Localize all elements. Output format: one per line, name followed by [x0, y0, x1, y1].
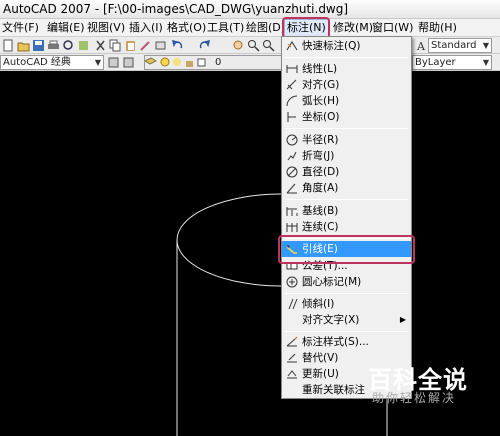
menu-edit[interactable]: 编辑(E): [45, 20, 87, 36]
ordinate-icon: [286, 111, 298, 123]
menu-insert[interactable]: 插入(I): [127, 20, 165, 36]
menu-separator: [285, 57, 408, 58]
menu-item-dimension-style[interactable]: 标注样式(S)...: [282, 334, 411, 350]
standard-toolbar: A Standard ▼: [0, 37, 500, 54]
workspace-save-icon[interactable]: [122, 56, 135, 69]
oblique-icon: [286, 298, 298, 310]
layer-select[interactable]: 0: [144, 55, 282, 70]
new-file-icon[interactable]: [2, 39, 15, 52]
layer-value: 0: [215, 57, 222, 68]
menu-item-diameter[interactable]: 直径(D): [282, 164, 411, 180]
text-style-select[interactable]: Standard ▼: [428, 38, 492, 53]
diameter-icon: [286, 166, 298, 178]
menu-bar: 文件(F) 编辑(E) 视图(V) 插入(I) 格式(O) 工具(T) 绘图(D…: [0, 19, 500, 37]
publish-icon[interactable]: [77, 39, 90, 52]
menu-format[interactable]: 格式(O): [165, 20, 208, 36]
dimension-style-icon: [286, 336, 298, 348]
workspace-toolbar: AutoCAD 经典 ▼ 0 ByLayer ▼: [0, 54, 500, 71]
chevron-down-icon: ▼: [482, 58, 489, 67]
annotation-box-leader: [278, 235, 415, 264]
open-file-icon[interactable]: [17, 39, 30, 52]
continue-icon: [286, 221, 298, 233]
copy-icon[interactable]: [109, 39, 122, 52]
svg-text:A: A: [416, 40, 426, 52]
radius-icon: [286, 134, 298, 146]
dimension-menu: 快速标注(Q) 线性(L) 对齐(G) 弧长(H) 坐标(O) 半径(R) 折弯…: [281, 36, 412, 399]
menu-tools[interactable]: 工具(T): [205, 20, 246, 36]
menu-item-oblique[interactable]: 倾斜(I): [282, 296, 411, 312]
update-icon: [286, 368, 298, 380]
linetype-value: ByLayer: [415, 57, 456, 68]
undo-icon[interactable]: [171, 39, 184, 52]
aligned-dimension-icon: [286, 79, 298, 91]
block-editor-icon[interactable]: [154, 39, 167, 52]
zoom-realtime-icon[interactable]: [247, 39, 260, 52]
menu-item-baseline[interactable]: 基线(B): [282, 203, 411, 219]
menu-separator: [285, 331, 408, 332]
menu-item-aligned[interactable]: 对齐(G): [282, 77, 411, 93]
menu-file[interactable]: 文件(F): [0, 20, 41, 36]
submenu-arrow-icon: ▶: [399, 315, 406, 324]
menu-modify[interactable]: 修改(M): [331, 20, 375, 36]
save-icon[interactable]: [32, 39, 45, 52]
menu-item-quick-dimension[interactable]: 快速标注(Q): [282, 38, 411, 54]
chevron-down-icon: ▼: [482, 41, 489, 50]
menu-item-arc-length[interactable]: 弧长(H): [282, 93, 411, 109]
override-icon: [286, 352, 298, 364]
menu-window[interactable]: 窗口(W): [370, 20, 415, 36]
linear-dimension-icon: [286, 63, 298, 75]
quick-dimension-icon: [286, 40, 298, 52]
text-style-icon[interactable]: A: [415, 39, 428, 52]
menu-separator: [285, 128, 408, 129]
menu-item-align-text[interactable]: 对齐文字(X) ▶: [282, 312, 411, 328]
menu-item-ordinate[interactable]: 坐标(O): [282, 109, 411, 125]
menu-item-continue[interactable]: 连续(C): [282, 219, 411, 235]
menu-item-radius[interactable]: 半径(R): [282, 132, 411, 148]
menu-item-jogged[interactable]: 折弯(J): [282, 148, 411, 164]
menu-view[interactable]: 视图(V): [85, 20, 127, 36]
baseline-icon: [286, 205, 298, 217]
angular-icon: [286, 182, 298, 194]
menu-help[interactable]: 帮助(H): [416, 20, 459, 36]
chevron-down-icon: ▼: [94, 58, 101, 67]
text-style-value: Standard: [431, 40, 477, 51]
match-properties-icon[interactable]: [139, 39, 152, 52]
workspace-settings-icon[interactable]: [107, 56, 120, 69]
window-title: AutoCAD 2007 - [F:\00-images\CAD_DWG\yua…: [3, 2, 349, 16]
linetype-select[interactable]: ByLayer ▼: [412, 55, 492, 70]
menu-draw[interactable]: 绘图(D): [244, 20, 287, 36]
preview-icon[interactable]: [62, 39, 75, 52]
jogged-icon: [286, 150, 298, 162]
pan-icon[interactable]: [232, 39, 245, 52]
workspace-value: AutoCAD 经典: [3, 57, 71, 68]
print-icon[interactable]: [47, 39, 60, 52]
center-mark-icon: [286, 276, 298, 288]
zoom-window-icon[interactable]: [262, 39, 275, 52]
redo-icon[interactable]: [198, 39, 211, 52]
workspace-select[interactable]: AutoCAD 经典 ▼: [0, 55, 104, 70]
menu-item-angular[interactable]: 角度(A): [282, 180, 411, 196]
title-bar: AutoCAD 2007 - [F:\00-images\CAD_DWG\yua…: [0, 0, 500, 19]
paste-icon[interactable]: [124, 39, 137, 52]
watermark-subtitle: 助你轻松解决: [372, 391, 457, 405]
arc-length-icon: [286, 95, 298, 107]
menu-separator: [285, 293, 408, 294]
cut-icon[interactable]: [94, 39, 107, 52]
menu-item-linear[interactable]: 线性(L): [282, 61, 411, 77]
menu-item-center-mark[interactable]: 圆心标记(M): [282, 274, 411, 290]
menu-separator: [285, 199, 408, 200]
